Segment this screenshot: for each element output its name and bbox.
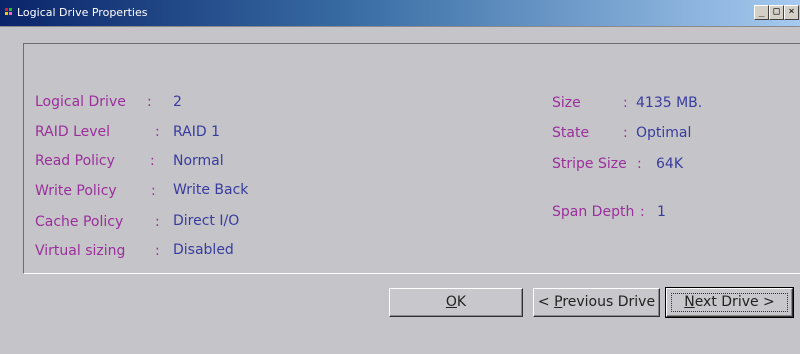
app-icon bbox=[5, 8, 15, 18]
property-colon: : bbox=[155, 124, 160, 140]
window-controls: _ □ × bbox=[752, 5, 800, 21]
minimize-icon[interactable]: _ bbox=[754, 5, 769, 20]
property-label: Logical Drive bbox=[35, 94, 126, 110]
property-value: Normal bbox=[173, 153, 224, 169]
property-colon: : bbox=[155, 243, 160, 259]
property-label: Size bbox=[552, 95, 581, 111]
maximize-icon[interactable]: □ bbox=[769, 5, 784, 20]
property-label: Write Policy bbox=[35, 183, 117, 199]
property-label: Read Policy bbox=[35, 153, 115, 169]
next-drive-button[interactable]: Next Drive > bbox=[665, 287, 794, 318]
property-label: Stripe Size bbox=[552, 156, 627, 172]
title-bar-divider bbox=[0, 26, 800, 27]
property-colon: : bbox=[623, 95, 628, 111]
property-value: 1 bbox=[657, 204, 666, 220]
property-colon: : bbox=[623, 125, 628, 141]
property-label: RAID Level bbox=[35, 124, 111, 140]
property-label: State bbox=[552, 125, 590, 141]
property-label: Virtual sizing bbox=[35, 243, 126, 259]
window-title: Logical Drive Properties bbox=[17, 6, 148, 19]
previous-drive-label: revious Drive bbox=[562, 294, 656, 310]
ok-button[interactable]: OK bbox=[389, 288, 523, 317]
property-value: Disabled bbox=[173, 242, 234, 258]
ok-button-mnemonic: O bbox=[445, 294, 457, 310]
property-value: Write Back bbox=[173, 182, 249, 198]
close-icon[interactable]: × bbox=[784, 5, 799, 20]
property-colon: : bbox=[147, 94, 152, 110]
property-label: Cache Policy bbox=[35, 214, 124, 230]
property-label: Span Depth bbox=[552, 204, 635, 220]
focus-rectangle bbox=[671, 293, 788, 312]
property-colon: : bbox=[151, 183, 156, 199]
previous-drive-prefix: < bbox=[537, 294, 555, 310]
logical-drive-properties-window: Logical Drive Properties _ □ × Logical D… bbox=[0, 0, 800, 354]
properties-panel: Logical Drive : 2 RAID Level : RAID 1 Re… bbox=[23, 43, 800, 274]
ok-button-label: K bbox=[456, 294, 467, 310]
previous-drive-button[interactable]: < Previous Drive bbox=[533, 288, 660, 317]
property-value: Direct I/O bbox=[173, 213, 240, 229]
property-colon: : bbox=[155, 214, 160, 230]
property-value: 64K bbox=[656, 156, 683, 172]
property-colon: : bbox=[150, 153, 155, 169]
property-value: 4135 MB. bbox=[636, 95, 703, 111]
property-value: Optimal bbox=[636, 125, 692, 141]
title-bar[interactable]: Logical Drive Properties _ □ × bbox=[0, 0, 800, 26]
property-colon: : bbox=[637, 156, 642, 172]
property-value: 2 bbox=[173, 94, 182, 110]
property-colon: : bbox=[640, 204, 645, 220]
property-value: RAID 1 bbox=[173, 124, 221, 140]
